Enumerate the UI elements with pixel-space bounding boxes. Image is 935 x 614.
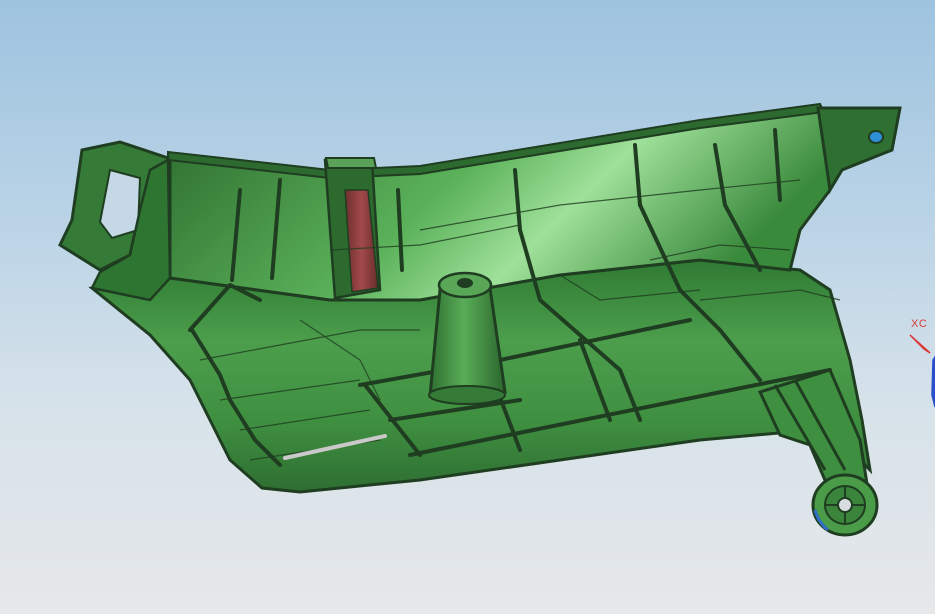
boss-base — [428, 385, 506, 405]
right-mounting-tab[interactable] — [816, 106, 902, 195]
boss-hole — [457, 278, 473, 288]
conical-boss[interactable] — [428, 286, 507, 398]
right-tab-hole — [868, 130, 884, 144]
mounting-hole — [837, 497, 853, 513]
cad-part-model[interactable] — [0, 0, 935, 614]
x-axis-arrow-icon — [909, 334, 931, 354]
snap-clip-cap — [324, 157, 378, 169]
graphics-viewport[interactable]: XC — [0, 0, 935, 614]
x-axis-label: XC — [911, 318, 928, 330]
view-triad[interactable] — [900, 315, 935, 415]
